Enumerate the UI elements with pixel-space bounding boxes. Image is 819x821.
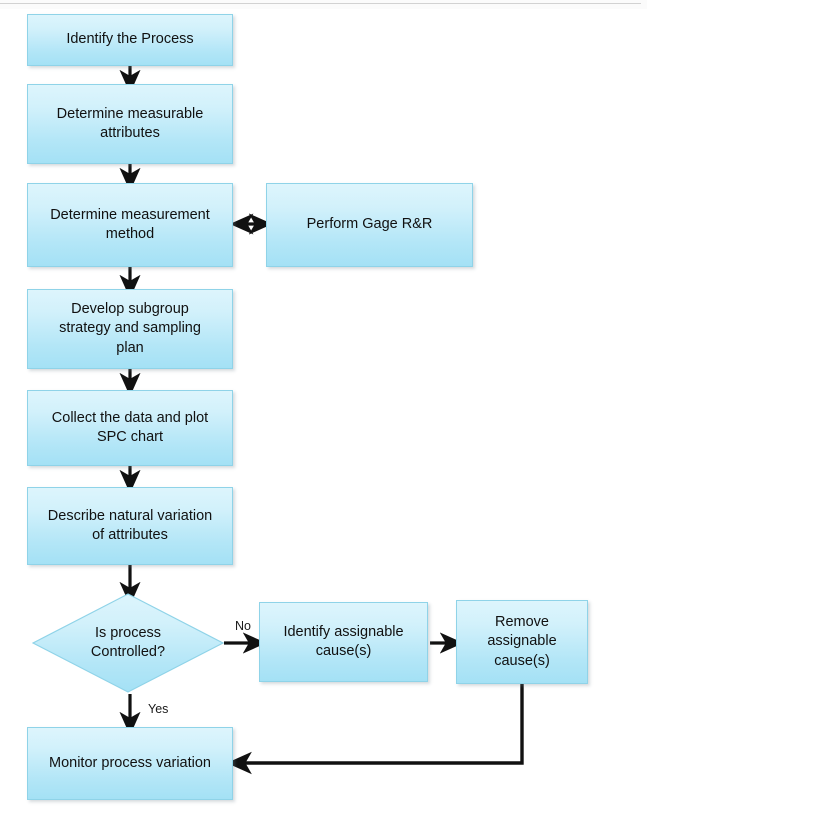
node-label: Develop subgroup strategy and sampling p… <box>59 301 201 356</box>
node-label: Collect the data and plot SPC chart <box>51 409 209 445</box>
node-label: Is process Controlled? <box>90 624 166 660</box>
node-remove-cause[interactable]: Remove assignable cause(s) <box>456 600 588 684</box>
node-perform-gage-rr[interactable]: Perform Gage R&R <box>266 183 473 267</box>
top-divider-rule <box>0 3 641 4</box>
top-panel-strip <box>0 0 647 9</box>
node-label: Remove assignable cause(s) <box>487 614 557 669</box>
node-monitor-variation[interactable]: Monitor process variation <box>27 727 233 800</box>
edge-label-yes: Yes <box>148 702 169 716</box>
node-collect-data[interactable]: Collect the data and plot SPC chart <box>27 390 233 466</box>
node-is-process-controlled[interactable]: Is process Controlled? <box>32 593 224 693</box>
node-label: Determine measurement method <box>50 206 210 242</box>
node-label: Identify the Process <box>66 31 194 48</box>
node-describe-variation[interactable]: Describe natural variation of attributes <box>27 487 233 565</box>
node-label: Identify assignable cause(s) <box>283 623 404 659</box>
node-develop-subgroup[interactable]: Develop subgroup strategy and sampling p… <box>27 289 233 369</box>
node-label: Perform Gage R&R <box>306 216 433 233</box>
flowchart-canvas: No Yes Identify the Process Determine me… <box>0 0 819 821</box>
node-identify-process[interactable]: Identify the Process <box>27 14 233 66</box>
node-determine-attributes[interactable]: Determine measurable attributes <box>27 84 233 164</box>
node-label: Determine measurable attributes <box>56 105 204 141</box>
node-label: Describe natural variation of attributes <box>47 507 213 543</box>
edge-label-no: No <box>235 619 251 633</box>
node-determine-method[interactable]: Determine measurement method <box>27 183 233 267</box>
node-identify-cause[interactable]: Identify assignable cause(s) <box>259 602 428 682</box>
node-label: Monitor process variation <box>49 754 211 771</box>
